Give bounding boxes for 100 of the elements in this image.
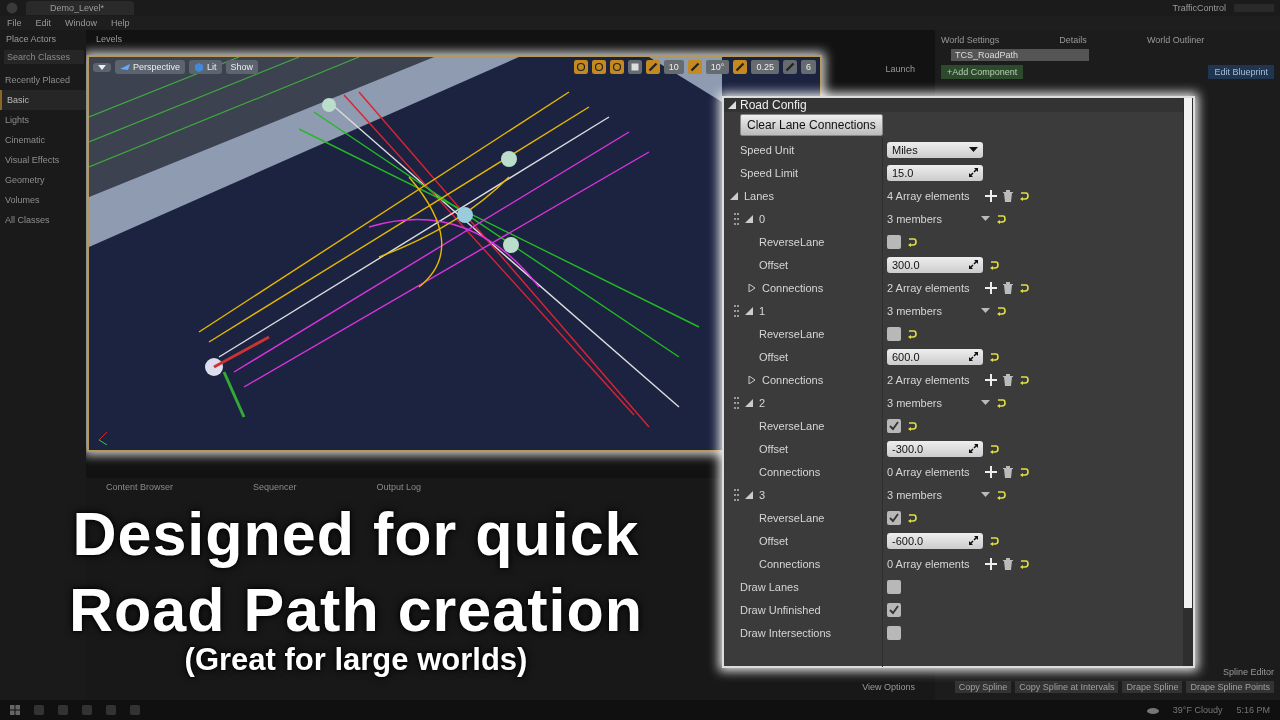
- drag-handle-icon[interactable]: [734, 304, 739, 317]
- checkbox[interactable]: [887, 579, 901, 594]
- number-field[interactable]: -300.0: [887, 440, 983, 457]
- reset-icon[interactable]: [1019, 190, 1029, 201]
- plus-icon[interactable]: [985, 465, 997, 478]
- category-item[interactable]: Recently Placed: [0, 70, 86, 90]
- drag-handle-icon[interactable]: [734, 488, 739, 501]
- windows-logo-icon[interactable]: [10, 705, 20, 715]
- property-label: ReverseLane: [759, 235, 825, 248]
- checkbox[interactable]: [887, 602, 901, 617]
- checkbox[interactable]: [887, 418, 901, 433]
- panel-tab[interactable]: Output Log: [376, 482, 422, 492]
- trash-icon[interactable]: [1003, 189, 1013, 202]
- edit-blueprint-button[interactable]: Edit Blueprint: [1208, 65, 1274, 79]
- menu-item[interactable]: Window: [65, 18, 98, 28]
- view-mode-button[interactable]: Perspective: [115, 60, 186, 74]
- checkbox[interactable]: [887, 625, 901, 640]
- plus-icon[interactable]: [985, 189, 997, 202]
- trash-icon[interactable]: [1003, 557, 1013, 570]
- category-item[interactable]: Visual Effects: [0, 150, 86, 170]
- array-count: 0 Array elements: [887, 557, 971, 570]
- spline-button[interactable]: Drape Spline: [1122, 681, 1183, 693]
- dropdown-field[interactable]: Miles: [887, 141, 983, 158]
- field-value: -300.0: [892, 442, 924, 455]
- reset-icon[interactable]: [907, 236, 917, 247]
- reset-icon[interactable]: [996, 213, 1006, 224]
- spline-button[interactable]: Copy Spline at Intervals: [1015, 681, 1119, 693]
- reset-icon[interactable]: [1019, 282, 1029, 293]
- spline-button[interactable]: Copy Spline: [954, 681, 1012, 693]
- snap-value[interactable]: 10°: [705, 60, 730, 74]
- clear-lane-connections-button[interactable]: Clear Lane Connections: [740, 114, 883, 136]
- reset-icon[interactable]: [907, 328, 917, 339]
- reset-icon[interactable]: [996, 489, 1006, 500]
- checkbox[interactable]: [887, 234, 901, 249]
- dropdown-button[interactable]: [93, 62, 111, 72]
- reset-icon[interactable]: [989, 443, 999, 454]
- number-field[interactable]: 600.0: [887, 348, 983, 365]
- trash-icon[interactable]: [1003, 373, 1013, 386]
- category-item[interactable]: Volumes: [0, 190, 86, 210]
- spline-button[interactable]: Drape Spline Points: [1186, 681, 1274, 693]
- caret-icon: [98, 64, 106, 70]
- trash-icon[interactable]: [1003, 281, 1013, 294]
- reset-icon[interactable]: [907, 512, 917, 523]
- snap-value[interactable]: 6: [801, 60, 816, 74]
- scrollbar-thumb[interactable]: [1184, 98, 1192, 608]
- reset-icon[interactable]: [1019, 374, 1029, 385]
- view-options-button[interactable]: View Options: [862, 682, 915, 692]
- plus-icon[interactable]: [985, 373, 997, 386]
- checkbox[interactable]: [887, 510, 901, 525]
- checkbox[interactable]: [887, 326, 901, 341]
- panel-tab[interactable]: Details: [1059, 35, 1087, 45]
- panel-tab[interactable]: Content Browser: [106, 482, 174, 492]
- category-item[interactable]: Basic: [0, 90, 86, 110]
- drag-handle-icon[interactable]: [734, 396, 739, 409]
- reset-icon[interactable]: [989, 351, 999, 362]
- caret-icon[interactable]: [981, 400, 990, 405]
- snap-value[interactable]: 0.25: [751, 60, 779, 74]
- panel-tab[interactable]: World Settings: [941, 35, 1000, 45]
- number-field[interactable]: 15.0: [887, 164, 983, 181]
- search-field[interactable]: Search Classes: [4, 50, 84, 64]
- panel-tab[interactable]: Levels: [96, 34, 123, 44]
- plus-icon[interactable]: [985, 281, 997, 294]
- caret-icon[interactable]: [981, 308, 990, 313]
- snap-value[interactable]: 10: [663, 60, 684, 74]
- reset-icon[interactable]: [1019, 558, 1029, 569]
- cube-icon[interactable]: [627, 60, 642, 74]
- menu-item[interactable]: File: [7, 18, 22, 28]
- reset-icon[interactable]: [1019, 466, 1029, 477]
- view-mode-button[interactable]: Show: [225, 60, 259, 74]
- resize-arrows-icon: [969, 260, 978, 269]
- field-value: 15.0: [892, 166, 914, 179]
- menu-item[interactable]: Help: [111, 18, 130, 28]
- category-item[interactable]: Lights: [0, 110, 86, 130]
- panel-tab[interactable]: World Outliner: [1146, 35, 1205, 45]
- actor-name-field[interactable]: TCS_RoadPath: [951, 49, 1089, 61]
- view-mode-button[interactable]: Lit: [189, 60, 222, 74]
- panel-tab[interactable]: Sequencer: [253, 482, 297, 492]
- level-tab[interactable]: Demo_Level*: [26, 1, 135, 15]
- drag-handle-icon[interactable]: [734, 212, 739, 225]
- reset-icon[interactable]: [996, 397, 1006, 408]
- reset-icon[interactable]: [996, 305, 1006, 316]
- category-item[interactable]: Cinematic: [0, 130, 86, 150]
- plus-icon[interactable]: [985, 557, 997, 570]
- transform-gizmo-drawing[interactable]: [205, 335, 270, 418]
- category-item[interactable]: All Classes: [0, 210, 86, 230]
- category-item[interactable]: Geometry: [0, 170, 86, 190]
- reset-icon[interactable]: [989, 535, 999, 546]
- caret-icon[interactable]: [981, 216, 990, 221]
- launch-button[interactable]: Launch: [885, 64, 915, 74]
- panel-tab[interactable]: Place Actors: [6, 34, 57, 44]
- caret-icon[interactable]: [981, 492, 990, 497]
- number-field[interactable]: 300.0: [887, 256, 983, 273]
- property-label: 1: [759, 304, 766, 317]
- trash-icon[interactable]: [1003, 465, 1013, 478]
- number-field[interactable]: -600.0: [887, 532, 983, 549]
- reset-icon[interactable]: [907, 420, 917, 431]
- property-label: Connections: [762, 281, 824, 294]
- menu-item[interactable]: Edit: [35, 18, 52, 28]
- add-component-button[interactable]: +Add Component: [941, 65, 1024, 79]
- reset-icon[interactable]: [989, 259, 999, 270]
